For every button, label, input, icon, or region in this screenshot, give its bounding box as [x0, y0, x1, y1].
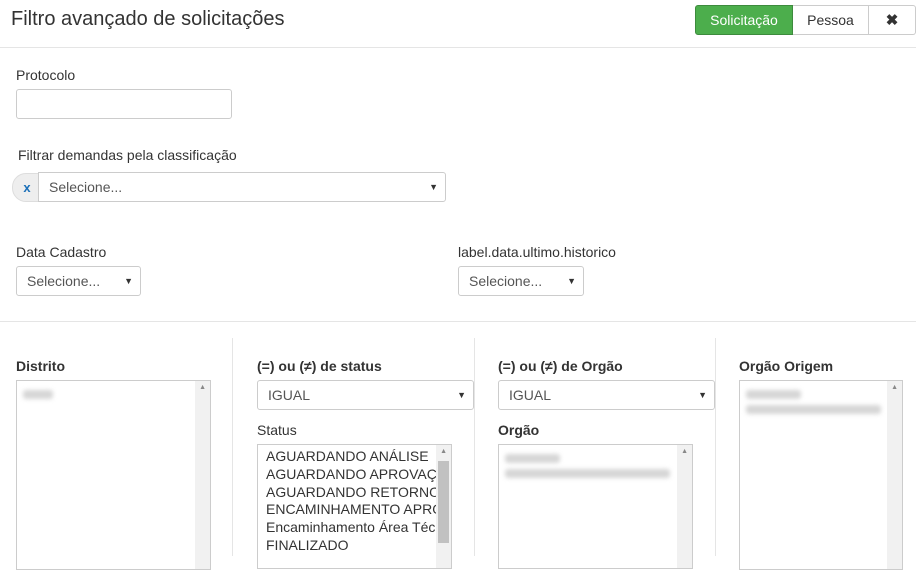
- protocolo-input[interactable]: [16, 89, 232, 119]
- classificacao-label: Filtrar demandas pela classificação: [18, 147, 237, 163]
- column-divider: [715, 338, 716, 556]
- data-cadastro-select[interactable]: Selecione... ▼: [16, 266, 141, 296]
- status-option[interactable]: FINALIZADO: [258, 537, 437, 555]
- status-operator-selected: IGUAL: [268, 387, 311, 403]
- scroll-up-icon: ▲: [199, 384, 206, 391]
- header-divider: [0, 47, 916, 48]
- data-ultimo-historico-select[interactable]: Selecione... ▼: [458, 266, 584, 296]
- caret-down-icon: ▼: [698, 390, 707, 400]
- status-operator-label: (=) ou (≠) de status: [257, 358, 382, 374]
- classificacao-selected: Selecione...: [49, 179, 123, 195]
- data-ultimo-historico-label: label.data.ultimo.historico: [458, 244, 616, 260]
- column-divider: [474, 338, 475, 556]
- protocolo-label: Protocolo: [16, 67, 76, 83]
- data-ultimo-historico-selected: Selecione...: [469, 273, 543, 289]
- scrollbar[interactable]: ▲: [436, 445, 451, 568]
- caret-down-icon: ▼: [567, 276, 576, 286]
- page-title: Filtro avançado de solicitações: [11, 8, 285, 30]
- scrollbar[interactable]: ▲: [195, 381, 210, 569]
- redacted-option: [23, 390, 53, 399]
- scrollbar[interactable]: ▲: [887, 381, 902, 569]
- scrollbar-thumb[interactable]: [438, 461, 449, 543]
- entity-toggle-group: Solicitação Pessoa ✖: [695, 5, 916, 35]
- distrito-label: Distrito: [16, 358, 65, 374]
- classificacao-select[interactable]: Selecione... ▼: [38, 172, 446, 202]
- close-icon: ✖: [885, 12, 899, 29]
- orgao-listbox[interactable]: ▲: [498, 444, 693, 569]
- status-option[interactable]: AGUARDANDO ANÁLISE: [258, 448, 437, 466]
- caret-down-icon: ▼: [124, 276, 133, 286]
- data-cadastro-label: Data Cadastro: [16, 244, 107, 260]
- column-divider: [232, 338, 233, 556]
- orgao-operator-label: (=) ou (≠) de Orgão: [498, 358, 623, 374]
- section-divider: [0, 321, 916, 322]
- clear-icon: x: [23, 180, 31, 195]
- orgao-origem-label: Orgão Origem: [739, 358, 834, 374]
- redacted-option: [505, 469, 670, 478]
- scroll-up-icon: ▲: [440, 448, 447, 455]
- redacted-option: [746, 405, 881, 414]
- orgao-list-label: Orgão: [498, 422, 540, 438]
- scroll-up-icon: ▲: [681, 448, 688, 455]
- orgao-origem-listbox[interactable]: ▲: [739, 380, 903, 570]
- status-option[interactable]: Encaminhamento Área Técnica: [258, 519, 437, 537]
- status-operator-select[interactable]: IGUAL ▼: [257, 380, 474, 410]
- pessoa-button[interactable]: Pessoa: [793, 5, 869, 35]
- orgao-operator-select[interactable]: IGUAL ▼: [498, 380, 715, 410]
- status-option[interactable]: AGUARDANDO RETORNO: [258, 484, 437, 502]
- scroll-up-icon: ▲: [891, 384, 898, 391]
- data-cadastro-selected: Selecione...: [27, 273, 101, 289]
- redacted-option: [746, 390, 801, 399]
- redacted-option: [505, 454, 560, 463]
- status-option[interactable]: ENCAMINHAMENTO APROVADO: [258, 501, 437, 519]
- status-option[interactable]: AGUARDANDO APROVAÇÃO: [258, 466, 437, 484]
- orgao-operator-selected: IGUAL: [509, 387, 552, 403]
- caret-down-icon: ▼: [429, 182, 438, 192]
- status-listbox[interactable]: AGUARDANDO ANÁLISE AGUARDANDO APROVAÇÃO …: [257, 444, 452, 569]
- distrito-listbox[interactable]: ▲: [16, 380, 211, 570]
- solicitacao-button[interactable]: Solicitação: [695, 5, 793, 35]
- scrollbar[interactable]: ▲: [677, 445, 692, 568]
- close-button[interactable]: ✖: [869, 5, 916, 35]
- status-list-label: Status: [257, 422, 297, 438]
- caret-down-icon: ▼: [457, 390, 466, 400]
